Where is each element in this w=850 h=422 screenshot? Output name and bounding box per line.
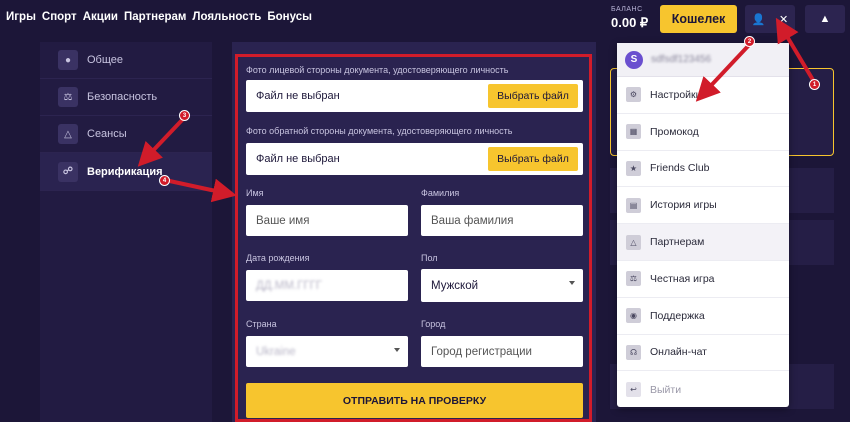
country-value: Ukraine <box>256 345 296 358</box>
country-select[interactable]: Ukraine <box>246 336 408 367</box>
birth-date-label: Дата рождения <box>246 253 310 263</box>
sidebar-item-label: Безопасность <box>87 91 158 103</box>
scales-icon: ⚖ <box>626 271 641 287</box>
sidebar-item-label: Общее <box>87 54 124 66</box>
nav-promos[interactable]: Акции <box>83 11 118 23</box>
gender-value: Мужской <box>431 279 479 292</box>
main-nav: Игры Спорт Акции Партнерам Лояльность Бо… <box>6 11 312 23</box>
submit-verification-button[interactable]: ОТПРАВИТЬ НА ПРОВЕРКУ <box>246 383 583 418</box>
back-photo-status: Файл не выбран <box>256 153 340 165</box>
annotation-marker-1: 1 <box>809 79 820 90</box>
profile-sidebar: ● Общее ⚖ Безопасность △ Сеансы ☍ Верифи… <box>40 42 212 422</box>
logout-icon: ↩ <box>626 382 641 398</box>
menu-item-label: Партнерам <box>650 236 705 249</box>
front-photo-status: Файл не выбран <box>256 90 340 102</box>
city-input[interactable]: Город регистрации <box>421 336 583 367</box>
user-icon[interactable]: 👤 <box>752 13 766 26</box>
balance-label: БАЛАНС <box>611 6 643 13</box>
nav-partners[interactable]: Партнерам <box>124 11 186 23</box>
back-photo-choose-button[interactable]: Выбрать файл <box>488 147 578 171</box>
front-photo-choose-button[interactable]: Выбрать файл <box>488 84 578 108</box>
verification-form: Фото лицевой стороны документа, удостове… <box>235 54 592 422</box>
network-icon: △ <box>626 234 641 250</box>
sidebar-item-label: Верификация <box>87 165 163 178</box>
front-photo-field[interactable]: Файл не выбран Выбрать файл <box>246 80 583 112</box>
nav-sport[interactable]: Спорт <box>42 11 77 23</box>
annotation-marker-3: 3 <box>179 110 190 121</box>
menu-item-online-chat[interactable]: ☊ Онлайн-чат <box>617 335 789 372</box>
menu-item-label: Friends Club <box>650 162 710 175</box>
chevron-down-icon <box>394 348 400 352</box>
menu-item-logout[interactable]: ↩ Выйти <box>617 371 789 408</box>
nav-games[interactable]: Игры <box>6 11 36 23</box>
birth-date-value: ДД.ММ.ГГГГ <box>256 279 323 292</box>
dropdown-user-header: S sdfsdf123456 <box>617 43 789 77</box>
shield-icon: ☍ <box>58 161 78 182</box>
city-label: Город <box>421 319 446 329</box>
user-dropdown-menu: S sdfsdf123456 ⚙ Настройки ▦ Промокод ★ … <box>617 43 789 407</box>
menu-item-label: Онлайн-чат <box>650 346 707 359</box>
balance-value: 0.00 ₽ <box>611 15 649 30</box>
gender-select[interactable]: Мужской <box>421 269 583 302</box>
menu-item-game-history[interactable]: ▤ История игры <box>617 187 789 225</box>
wallet-button[interactable]: Кошелек <box>660 5 737 33</box>
sidebar-item-verification[interactable]: ☍ Верификация <box>40 153 212 191</box>
sidebar-item-sessions[interactable]: △ Сеансы <box>40 116 212 153</box>
network-icon: △ <box>58 124 78 144</box>
menu-item-support[interactable]: ◉ Поддержка <box>617 298 789 335</box>
menu-item-label: Честная игра <box>650 272 715 285</box>
user-icon: ● <box>58 50 78 70</box>
menu-item-fair-play[interactable]: ⚖ Честная игра <box>617 261 789 298</box>
surname-input[interactable]: Ваша фамилия <box>421 205 583 236</box>
surname-label: Фамилия <box>421 188 460 198</box>
back-photo-field[interactable]: Файл не выбран Выбрать файл <box>246 143 583 175</box>
sidebar-item-general[interactable]: ● Общее <box>40 42 212 79</box>
star-icon: ★ <box>626 160 641 176</box>
headset-icon: ☊ <box>626 344 641 360</box>
chart-icon: ▲ <box>819 13 831 25</box>
menu-item-promocode[interactable]: ▦ Промокод <box>617 114 789 151</box>
nav-bonuses[interactable]: Бонусы <box>267 11 312 23</box>
close-icon[interactable]: ✕ <box>779 13 788 26</box>
sidebar-item-label: Сеансы <box>87 128 127 140</box>
nav-loyalty[interactable]: Лояльность <box>192 11 261 23</box>
birth-date-input[interactable]: ДД.ММ.ГГГГ <box>246 270 408 301</box>
top-bar: Игры Спорт Акции Партнерам Лояльность Бо… <box>0 0 850 38</box>
balance: БАЛАНС 0.00 ₽ <box>611 6 648 31</box>
user-menu-toggle[interactable]: 👤 ✕ <box>745 5 795 33</box>
menu-item-label: Выйти <box>650 383 682 396</box>
menu-item-friends-club[interactable]: ★ Friends Club <box>617 151 789 188</box>
name-label: Имя <box>246 188 264 198</box>
menu-item-label: Промокод <box>650 125 699 138</box>
menu-item-settings[interactable]: ⚙ Настройки <box>617 77 789 114</box>
chevron-down-icon <box>569 281 575 285</box>
gender-label: Пол <box>421 253 438 263</box>
scales-icon: ⚖ <box>58 87 78 107</box>
annotation-marker-2: 2 <box>744 36 755 47</box>
stats-button[interactable]: ▲ <box>805 5 845 33</box>
username: sdfsdf123456 <box>651 54 712 65</box>
front-photo-label: Фото лицевой стороны документа, удостове… <box>246 65 509 75</box>
menu-item-label: Поддержка <box>650 309 705 322</box>
name-input[interactable]: Ваше имя <box>246 205 408 236</box>
country-label: Страна <box>246 319 277 329</box>
annotation-marker-4: 4 <box>159 175 170 186</box>
gift-icon: ▦ <box>626 124 641 140</box>
menu-item-label: Настройки <box>650 88 702 101</box>
history-icon: ▤ <box>626 197 641 213</box>
back-photo-label: Фото обратной стороны документа, удостов… <box>246 126 513 136</box>
gear-icon: ⚙ <box>626 87 641 103</box>
avatar: S <box>625 50 643 69</box>
menu-item-partners[interactable]: △ Партнерам <box>617 224 789 261</box>
menu-item-label: История игры <box>650 199 717 212</box>
lifebuoy-icon: ◉ <box>626 308 641 324</box>
